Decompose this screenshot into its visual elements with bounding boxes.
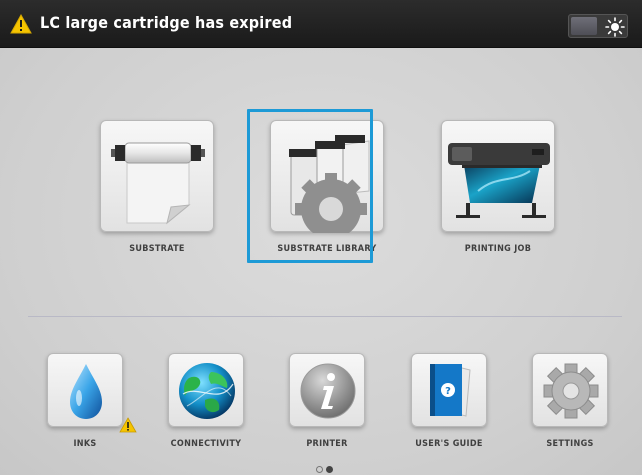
connectivity-label: CONNECTIVITY (170, 439, 242, 449)
users-guide-label: USER'S GUIDE (415, 439, 483, 449)
settings-label: SETTINGS (546, 439, 594, 449)
section-divider (28, 316, 622, 317)
printer-tile[interactable] (289, 353, 365, 427)
connectivity-tile[interactable] (168, 353, 244, 427)
warning-triangle-icon (10, 14, 32, 34)
settings-tile[interactable] (532, 353, 608, 427)
brightness-toggle-knob (571, 17, 597, 35)
sun-icon (605, 17, 625, 37)
alert-bar[interactable]: LC large cartridge has expired (0, 0, 642, 48)
inks-tile[interactable] (47, 353, 137, 433)
printing-job-label: PRINTING JOB (464, 244, 532, 254)
page-dot-1[interactable] (316, 466, 323, 473)
page-indicator[interactable] (316, 466, 336, 474)
warning-triangle-icon (119, 417, 137, 433)
alert-title: LC large cartridge has expired (40, 13, 293, 32)
users-guide-tile[interactable]: ? (411, 353, 487, 427)
substrate-label: SUBSTRATE (129, 244, 185, 254)
printer-label: PRINTER (306, 439, 348, 449)
printing-job-tile[interactable] (441, 120, 555, 232)
selection-highlight (247, 109, 373, 263)
book-icon: ? (430, 364, 471, 417)
inks-label: INKS (73, 439, 97, 449)
ink-drop-icon (70, 364, 102, 419)
gear-icon (543, 363, 599, 419)
substrate-tile[interactable] (100, 120, 214, 232)
svg-text:?: ? (445, 386, 451, 397)
substrate-roll-icon (111, 142, 205, 225)
large-format-printer-icon (448, 143, 550, 218)
info-icon (300, 363, 356, 419)
page-dot-2[interactable] (326, 466, 333, 473)
globe-icon (179, 363, 235, 419)
brightness-button[interactable] (568, 14, 628, 38)
